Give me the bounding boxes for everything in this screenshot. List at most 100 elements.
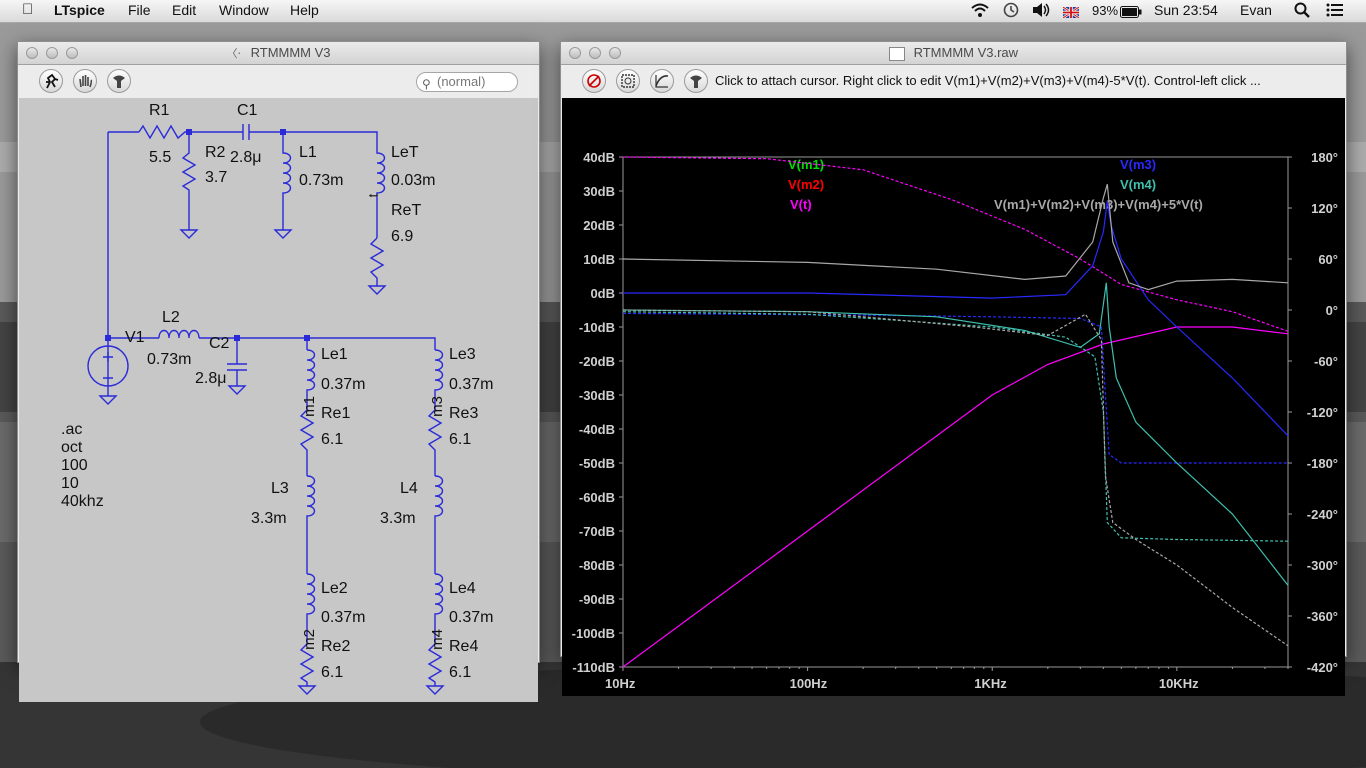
le3-label: Le3 bbox=[449, 346, 476, 363]
input-source-flag-icon[interactable] bbox=[1062, 5, 1080, 21]
notification-center-icon[interactable] bbox=[1326, 2, 1344, 21]
zoom-button[interactable] bbox=[66, 47, 78, 59]
menu-bar:  LTspice File Edit Window Help 93% Sun … bbox=[0, 0, 1366, 23]
ret-label: ReT bbox=[391, 202, 422, 219]
battery-percent: 93% bbox=[1092, 3, 1119, 18]
search-placeholder: (normal) bbox=[437, 74, 486, 89]
c2-symbol[interactable] bbox=[227, 358, 247, 386]
close-button[interactable] bbox=[569, 47, 581, 59]
re3-value: 6.1 bbox=[449, 431, 472, 448]
legend-entry: V(m2) bbox=[788, 177, 824, 192]
series-line bbox=[622, 312, 1288, 464]
l4-value: 3.3m bbox=[380, 510, 416, 527]
re2-value: 6.1 bbox=[321, 664, 344, 681]
app-menu[interactable]: LTspice bbox=[54, 2, 105, 18]
legend-entry: V(m3) bbox=[1120, 157, 1156, 172]
menu-edit[interactable]: Edit bbox=[172, 2, 196, 18]
series-line bbox=[622, 309, 1289, 647]
l2-symbol[interactable] bbox=[158, 329, 200, 339]
schematic-titlebar[interactable]: 〈⋅ RTMMMM V3 bbox=[18, 42, 539, 65]
menu-help[interactable]: Help bbox=[290, 2, 319, 18]
y2-tick-label: 60° bbox=[1318, 252, 1338, 267]
close-button[interactable] bbox=[26, 47, 38, 59]
user-menu[interactable]: Evan bbox=[1240, 2, 1272, 18]
wifi-icon[interactable] bbox=[970, 2, 990, 21]
series-line bbox=[622, 282, 1289, 586]
waveform-doc-icon bbox=[888, 46, 905, 61]
waveform-title: RTMMMM V3.raw bbox=[913, 45, 1019, 60]
l2-value: 0.73m bbox=[147, 351, 192, 368]
schematic-window: 〈⋅ RTMMMM V3 ⚲ (normal) R1 5.5 C1 2.8μ R… bbox=[17, 41, 540, 702]
halt-hand-icon[interactable] bbox=[73, 69, 97, 93]
y2-tick-label: -240° bbox=[1307, 507, 1338, 522]
y-tick-label: -40dB bbox=[579, 422, 615, 437]
spice-directive[interactable]: .ac oct 100 10 40khz bbox=[61, 421, 104, 511]
l3-value: 3.3m bbox=[251, 510, 287, 527]
waveform-titlebar[interactable]: RTMMMM V3.raw bbox=[561, 42, 1346, 65]
schematic-title: RTMMMM V3 bbox=[250, 45, 331, 60]
l2-label: L2 bbox=[162, 309, 180, 326]
menu-file[interactable]: File bbox=[128, 2, 151, 18]
autorange-icon[interactable] bbox=[650, 69, 674, 93]
y-tick-label: 30dB bbox=[583, 184, 615, 199]
y-tick-label: -60dB bbox=[579, 490, 615, 505]
run-icon[interactable] bbox=[39, 69, 63, 93]
ground-symbols bbox=[98, 229, 445, 695]
search-icon: ⚲ bbox=[422, 77, 431, 91]
c2-value: 2.8μ bbox=[195, 370, 227, 387]
r1-value: 5.5 bbox=[149, 149, 172, 166]
le4-label: Le4 bbox=[449, 580, 476, 597]
y-tick-label: -110dB bbox=[572, 660, 615, 675]
y2-tick-label: -60° bbox=[1314, 354, 1338, 369]
battery-icon[interactable] bbox=[1120, 5, 1142, 21]
net-label-m1: m1 bbox=[300, 396, 318, 417]
series-line bbox=[622, 156, 1289, 332]
legend-entry: V(t) bbox=[790, 197, 812, 212]
r1-symbol[interactable] bbox=[138, 124, 190, 140]
legend-entry: V(m4) bbox=[1120, 177, 1156, 192]
x-tick-label: 1KHz bbox=[974, 676, 1007, 691]
let-symbol[interactable] bbox=[376, 143, 386, 238]
le1-label: Le1 bbox=[321, 346, 348, 363]
menu-window[interactable]: Window bbox=[219, 2, 269, 18]
apple-icon[interactable]:  bbox=[22, 1, 33, 18]
minimize-button[interactable] bbox=[46, 47, 58, 59]
y2-tick-label: -300° bbox=[1307, 558, 1338, 573]
schematic-canvas[interactable]: R1 5.5 C1 2.8μ R2 3.7 L1 0.73m LeT 0.03m… bbox=[19, 98, 538, 702]
probe-icon[interactable] bbox=[684, 69, 708, 93]
legend-entry: V(m1)+V(m2)+V(m3)+V(m4)+5*V(t) bbox=[994, 197, 1203, 212]
re2-label: Re2 bbox=[321, 638, 351, 655]
x-tick-label: 10KHz bbox=[1159, 676, 1199, 691]
plot-frame bbox=[622, 156, 1289, 668]
y-tick-label: 10dB bbox=[583, 252, 615, 267]
c1-symbol[interactable] bbox=[237, 124, 253, 140]
clock[interactable]: Sun 23:54 bbox=[1154, 2, 1218, 18]
le4-value: 0.37m bbox=[449, 609, 494, 626]
le1-value: 0.37m bbox=[321, 376, 366, 393]
v1-label: V1 bbox=[125, 329, 145, 346]
no-cursor-icon[interactable] bbox=[582, 69, 606, 93]
y2-tick-label: -120° bbox=[1307, 405, 1338, 420]
y2-tick-label: -420° bbox=[1307, 660, 1338, 675]
net-label-m3: m3 bbox=[428, 396, 446, 417]
zoom-button[interactable] bbox=[609, 47, 621, 59]
y-tick-label: 40dB bbox=[583, 150, 615, 165]
re4-value: 6.1 bbox=[449, 664, 472, 681]
time-machine-icon[interactable] bbox=[1002, 2, 1020, 21]
r2-symbol[interactable] bbox=[181, 143, 197, 230]
l1-symbol[interactable] bbox=[282, 143, 292, 230]
volume-icon[interactable] bbox=[1031, 2, 1051, 21]
plot-pane[interactable]: 40dB 30dB 20dB 10dB 0dB -10dB -20dB -30dB -40dB -… bbox=[562, 98, 1345, 696]
search-input[interactable]: ⚲ (normal) bbox=[416, 72, 518, 92]
re1-value: 6.1 bbox=[321, 431, 344, 448]
r1-label: R1 bbox=[149, 102, 170, 119]
status-hint: Click to attach cursor. Right click to e… bbox=[715, 73, 1261, 88]
minimize-button[interactable] bbox=[589, 47, 601, 59]
ret-symbol[interactable] bbox=[369, 237, 385, 286]
bode-plot[interactable]: 40dB 30dB 20dB 10dB 0dB -10dB -20dB -30dB -40dB -… bbox=[562, 98, 1345, 696]
spotlight-icon[interactable] bbox=[1294, 2, 1310, 21]
y2-tick-label: 0° bbox=[1326, 303, 1338, 318]
probe-icon[interactable] bbox=[107, 69, 131, 93]
l4-label: L4 bbox=[400, 480, 418, 497]
zoom-area-icon[interactable] bbox=[616, 69, 640, 93]
